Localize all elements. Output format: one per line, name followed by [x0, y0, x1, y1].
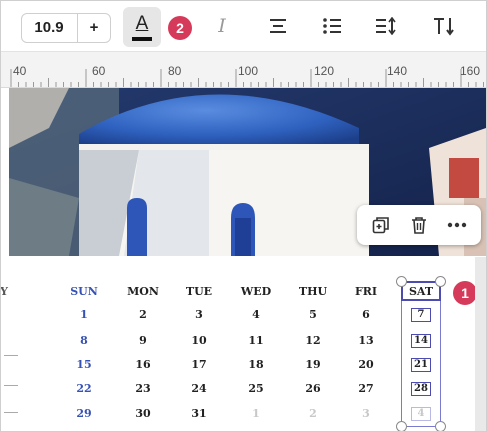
day-cell: 9 — [139, 334, 147, 347]
day-cell: 13 — [358, 334, 374, 347]
day-cell: 31 — [191, 407, 207, 420]
element-actions-bar — [357, 205, 481, 245]
callout-badge-2: 2 — [168, 16, 192, 40]
ruler-label-120: 120 — [314, 64, 335, 78]
sat-day-box[interactable]: 7 — [411, 308, 431, 322]
resize-handle-top-left[interactable] — [396, 276, 407, 287]
day-cell: 1 — [80, 308, 88, 321]
header-wed: WED — [240, 285, 272, 298]
day-cell: 5 — [309, 308, 317, 321]
day-cell: 24 — [191, 382, 207, 395]
text-toolbar: 10.9 + A 2 I — [1, 1, 486, 52]
day-cell: 10 — [191, 334, 207, 347]
ruler-label-60: 60 — [92, 64, 106, 78]
delete-icon[interactable] — [407, 213, 431, 237]
day-cell: 26 — [305, 382, 321, 395]
font-size-value[interactable]: 10.9 — [23, 13, 75, 43]
day-cell: 6 — [362, 308, 370, 321]
day-cell: 25 — [248, 382, 264, 395]
text-color-button[interactable]: A — [123, 7, 161, 47]
day-cell: 23 — [135, 382, 151, 395]
ruler-label-160: 160 — [460, 64, 481, 78]
day-cell: 15 — [76, 358, 92, 371]
header-tue: TUE — [185, 285, 213, 298]
day-cell: 16 — [135, 358, 151, 371]
vertical-scrollbar[interactable] — [475, 257, 486, 431]
text-color-swatch — [132, 37, 152, 41]
day-cell: 27 — [358, 382, 374, 395]
sat-day-box[interactable]: 14 — [411, 334, 431, 348]
header-fri: FRI — [354, 285, 378, 298]
resize-handle-bottom-left[interactable] — [396, 421, 407, 431]
day-cell: 12 — [305, 334, 321, 347]
horizontal-ruler[interactable]: 40 60 80 100 120 140 160 — [1, 52, 486, 88]
day-cell: 30 — [135, 407, 151, 420]
resize-handle-top-right[interactable] — [435, 276, 446, 287]
editor-window: 10.9 + A 2 I 40 60 80 100 120 140 160 Y … — [0, 0, 487, 432]
header-thu: THU — [298, 285, 328, 298]
text-direction-icon[interactable] — [429, 11, 459, 41]
text-color-icon: A — [135, 13, 149, 34]
day-cell: 2 — [139, 308, 147, 321]
day-cell: 20 — [358, 358, 374, 371]
day-cell: 11 — [248, 334, 264, 347]
increase-font-size-button[interactable]: + — [79, 13, 109, 43]
bullet-list-icon[interactable] — [317, 11, 347, 41]
day-cell: 3 — [195, 308, 203, 321]
stepper-divider — [77, 14, 78, 42]
margin-mark — [4, 385, 18, 386]
margin-mark — [4, 355, 18, 356]
day-cell: 29 — [76, 407, 92, 420]
sat-column-selection[interactable] — [401, 281, 441, 427]
day-cell-next-month: 2 — [309, 407, 317, 420]
italic-icon[interactable]: I — [207, 11, 237, 41]
header-sun: SUN — [70, 285, 98, 298]
cut-off-letter: Y — [0, 285, 8, 298]
callout-badge-1: 1 — [453, 281, 477, 305]
sat-day-box-next-month[interactable]: 4 — [411, 407, 431, 421]
resize-handle-bottom-right[interactable] — [435, 421, 446, 431]
align-center-icon[interactable] — [263, 11, 293, 41]
header-sat: SAT — [408, 285, 434, 298]
calendar-grid[interactable]: Y SUN MON TUE WED THU FRI SAT 1 1 2 3 4 … — [1, 257, 486, 431]
day-cell: 8 — [80, 334, 88, 347]
day-cell-next-month: 3 — [362, 407, 370, 420]
header-mon: MON — [127, 285, 159, 298]
ruler-label-100: 100 — [238, 64, 259, 78]
sat-day-box[interactable]: 21 — [411, 358, 431, 372]
duplicate-icon[interactable] — [369, 213, 393, 237]
ruler-label-140: 140 — [387, 64, 408, 78]
day-cell: 17 — [191, 358, 207, 371]
line-spacing-icon[interactable] — [371, 11, 401, 41]
margin-mark — [4, 412, 18, 413]
day-cell: 4 — [252, 308, 260, 321]
day-cell: 22 — [76, 382, 92, 395]
more-icon[interactable] — [445, 213, 469, 237]
ruler-label-80: 80 — [168, 64, 182, 78]
ruler-label-40: 40 — [13, 64, 27, 78]
sat-day-box[interactable]: 28 — [411, 382, 431, 396]
day-cell: 19 — [305, 358, 321, 371]
day-cell-next-month: 1 — [252, 407, 260, 420]
day-cell: 18 — [248, 358, 264, 371]
